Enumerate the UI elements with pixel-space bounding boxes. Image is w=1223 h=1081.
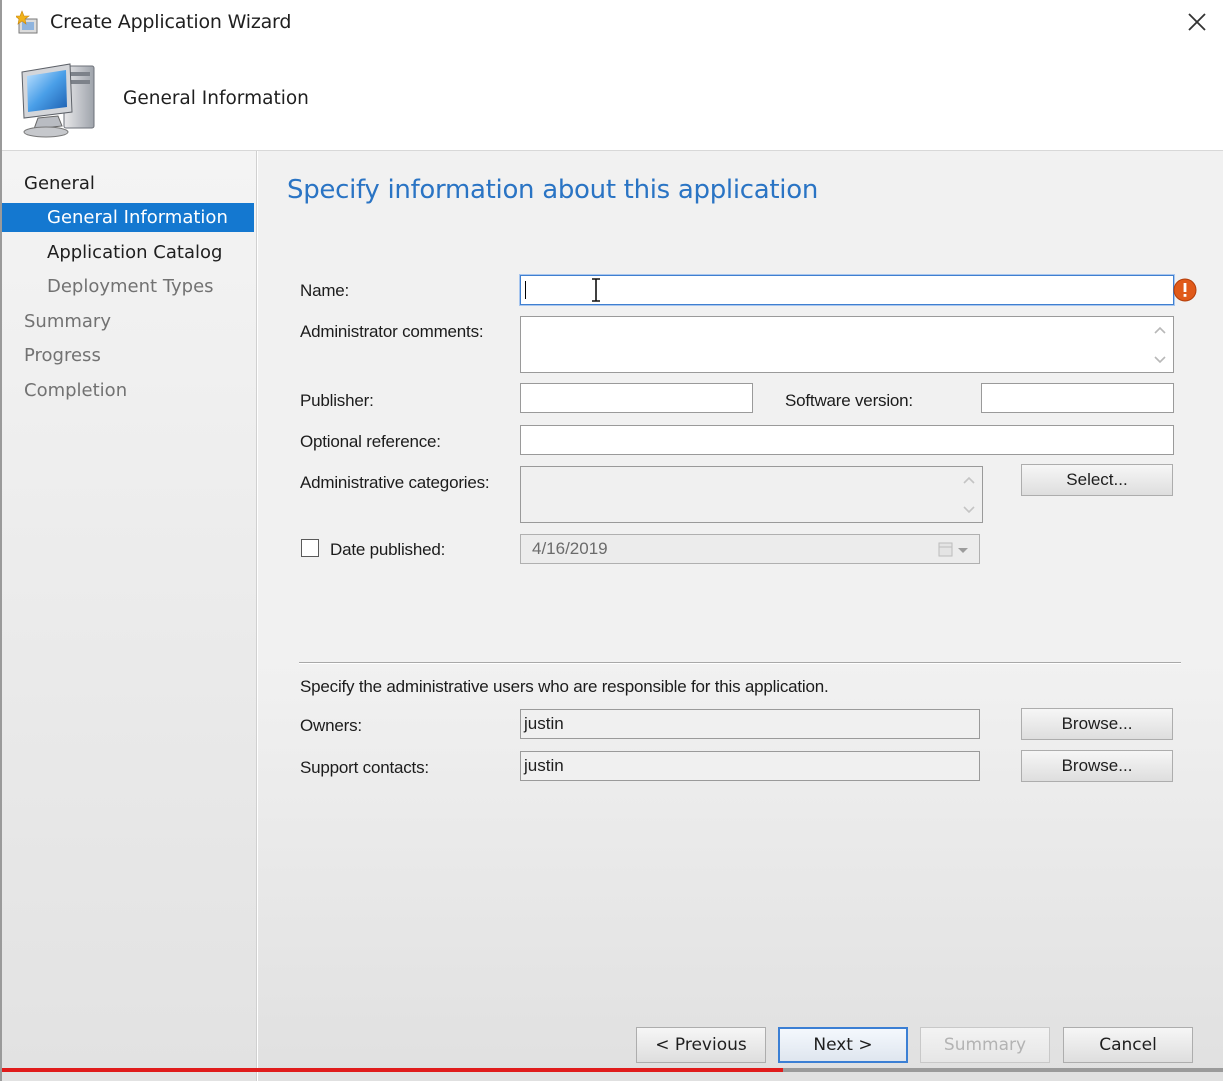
support-contacts-label: Support contacts: (300, 758, 429, 777)
header-title: General Information (123, 88, 309, 109)
wizard-window: Create Application Wizard General Inform… (0, 0, 1223, 1081)
admin-categories-list[interactable] (520, 466, 983, 523)
date-published-value: 4/16/2019 (532, 539, 608, 558)
responsible-users-text: Specify the administrative users who are… (300, 677, 829, 696)
video-progress-fill (2, 1068, 784, 1072)
wizard-header: General Information (2, 48, 1223, 151)
publisher-input[interactable] (520, 383, 753, 413)
wizard-app-icon (16, 10, 38, 34)
title-bar: Create Application Wizard (2, 0, 1223, 48)
video-progress-bar[interactable] (2, 1068, 1223, 1072)
summary-button: Summary (920, 1027, 1050, 1063)
scroll-arrows-icon[interactable] (1150, 320, 1170, 370)
admin-categories-label: Administrative categories: (300, 473, 490, 492)
computer-icon (21, 63, 95, 138)
next-button[interactable]: Next > (778, 1027, 908, 1063)
warning-icon (1173, 278, 1197, 302)
page-heading: Specify information about this applicati… (287, 175, 819, 205)
optional-reference-label: Optional reference: (300, 432, 441, 451)
cancel-button[interactable]: Cancel (1063, 1027, 1193, 1063)
calendar-dropdown-icon[interactable] (937, 541, 973, 559)
software-version-input[interactable] (981, 383, 1174, 413)
name-label: Name: (300, 281, 350, 300)
admin-comments-label: Administrator comments: (300, 322, 484, 341)
name-input[interactable] (519, 274, 1175, 306)
date-published-checkbox[interactable] (301, 539, 319, 557)
window-title: Create Application Wizard (50, 11, 292, 33)
publisher-label: Publisher: (300, 391, 374, 410)
owners-field[interactable]: justin (520, 709, 980, 739)
support-contacts-browse-button[interactable]: Browse... (1021, 750, 1173, 782)
sidebar-item-application-catalog[interactable]: Application Catalog (2, 238, 254, 267)
ibeam-cursor-icon (592, 278, 600, 302)
date-published-label: Date published: (330, 540, 446, 559)
text-caret (525, 281, 526, 299)
section-divider (299, 662, 1181, 664)
admin-comments-textarea[interactable] (520, 316, 1174, 373)
optional-reference-input[interactable] (520, 425, 1174, 455)
main-panel: Specify information about this applicati… (258, 151, 1223, 1081)
categories-scroll-arrows-icon[interactable] (959, 470, 979, 520)
sidebar-item-progress[interactable]: Progress (2, 341, 254, 370)
previous-button[interactable]: < Previous (636, 1027, 766, 1063)
support-contacts-value: justin (524, 756, 564, 775)
owners-value: justin (524, 714, 564, 733)
close-icon[interactable] (1185, 10, 1209, 34)
support-contacts-field[interactable]: justin (520, 751, 980, 781)
sidebar-item-general-information[interactable]: General Information (2, 203, 254, 232)
owners-browse-button[interactable]: Browse... (1021, 708, 1173, 740)
wizard-sidebar: General General Information Application … (2, 151, 257, 1081)
date-published-picker[interactable]: 4/16/2019 (520, 534, 980, 564)
sidebar-item-deployment-types[interactable]: Deployment Types (2, 272, 254, 301)
sidebar-item-completion[interactable]: Completion (2, 376, 254, 405)
owners-label: Owners: (300, 716, 362, 735)
software-version-label: Software version: (785, 391, 913, 410)
select-categories-button[interactable]: Select... (1021, 464, 1173, 496)
sidebar-item-general[interactable]: General (2, 169, 254, 198)
sidebar-item-summary[interactable]: Summary (2, 307, 254, 336)
